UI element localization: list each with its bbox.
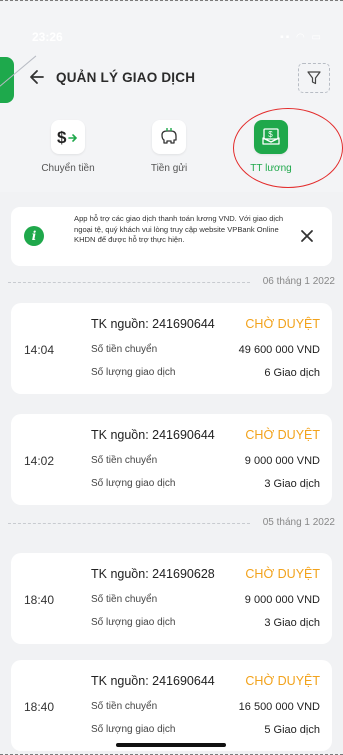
date-label: 06 tháng 1 2022 (262, 276, 335, 287)
dashed-divider (8, 282, 250, 283)
transaction-card[interactable]: 18:40 TK nguồn: 241690628 CHỜ DUYỆT Số t… (11, 553, 332, 644)
amount-label: Số tiền chuyển (91, 455, 158, 466)
date-label: 05 tháng 1 2022 (262, 517, 335, 528)
date-separator: 06 tháng 1 2022 (0, 276, 343, 288)
status-badge: CHỜ DUYỆT (245, 674, 320, 688)
amount-label: Số tiền chuyển (91, 344, 158, 355)
transaction-time: 14:02 (24, 454, 55, 468)
tab-label: Chuyển tiền (41, 163, 95, 174)
transaction-card[interactable]: 14:02 TK nguồn: 241690644 CHỜ DUYỆT Số t… (11, 414, 332, 505)
count-value: 6 Giao dịch (264, 367, 320, 379)
amount-label: Số tiền chuyển (91, 594, 158, 605)
amount-value: 9 000 000 VND (244, 455, 320, 467)
count-label: Số lượng giao dịch (91, 724, 176, 735)
filter-icon (307, 71, 321, 85)
close-button[interactable] (298, 227, 316, 245)
tab-label: Tiền gửi (150, 163, 188, 174)
count-value: 3 Giao dịch (264, 617, 320, 629)
status-icons: ▪▪ ◠ ▭ (280, 32, 323, 43)
count-label: Số lượng giao dịch (91, 617, 176, 628)
transaction-time: 18:40 (24, 593, 55, 607)
notice-banner: i App hỗ trợ các giao dịch thanh toán lư… (11, 207, 332, 266)
source-account: TK nguồn: 241690644 (91, 674, 215, 688)
tab-chuyen-tien[interactable]: $ Chuyển tiền (27, 120, 109, 174)
status-time: 23:26 (32, 30, 63, 44)
status-badge: CHỜ DUYỆT (245, 317, 320, 331)
home-indicator[interactable] (116, 743, 226, 747)
source-account: TK nguồn: 241690644 (91, 428, 215, 442)
info-icon: i (24, 226, 44, 246)
count-value: 5 Giao dịch (264, 724, 320, 736)
amount-value: 49 600 000 VND (238, 344, 320, 356)
piggy-bank-icon (161, 128, 177, 144)
annotation-circle (233, 108, 343, 188)
tab-icon-box (152, 120, 186, 154)
notice-text: App hỗ trợ các giao dịch thanh toán lươn… (74, 214, 284, 244)
source-account: TK nguồn: 241690628 (91, 567, 215, 581)
source-account: TK nguồn: 241690644 (91, 317, 215, 331)
amount-value: 9 000 000 VND (244, 594, 320, 606)
dollar-transfer-icon: $ (57, 128, 78, 147)
tab-icon-box: $ (51, 120, 85, 154)
transaction-time: 14:04 (24, 343, 55, 357)
tab-tien-gui[interactable]: Tiền gửi (128, 120, 210, 174)
transaction-card[interactable]: 18:40 TK nguồn: 241690644 CHỜ DUYỆT Số t… (11, 660, 332, 751)
count-value: 3 Giao dịch (264, 478, 320, 490)
dashed-divider (8, 523, 250, 524)
svg-text:$: $ (57, 128, 67, 147)
status-badge: CHỜ DUYỆT (245, 567, 320, 581)
count-label: Số lượng giao dịch (91, 367, 176, 378)
close-icon (301, 230, 313, 242)
amount-value: 16 500 000 VND (238, 701, 320, 713)
amount-label: Số tiền chuyển (91, 701, 158, 712)
header: 23:26 ▪▪ ◠ ▭ QUẢN LÝ GIAO DỊCH $ Chuyển … (0, 2, 343, 192)
arrow-left-icon (30, 70, 44, 84)
transaction-time: 18:40 (24, 700, 55, 714)
page-title: QUẢN LÝ GIAO DỊCH (56, 70, 196, 85)
count-label: Số lượng giao dịch (91, 478, 176, 489)
back-button[interactable] (28, 66, 50, 88)
date-separator: 05 tháng 1 2022 (0, 517, 343, 529)
filter-button[interactable] (298, 63, 330, 93)
transaction-card[interactable]: 14:04 TK nguồn: 241690644 CHỜ DUYỆT Số t… (11, 303, 332, 394)
status-badge: CHỜ DUYỆT (245, 428, 320, 442)
